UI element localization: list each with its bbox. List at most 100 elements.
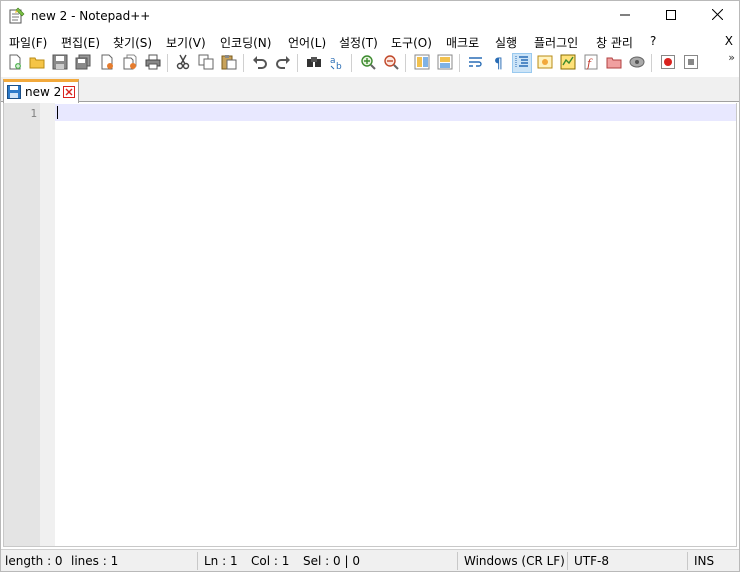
close-all-icon xyxy=(122,54,138,73)
document-monitor-button[interactable] xyxy=(627,53,647,73)
document-monitor-icon xyxy=(629,54,645,73)
tab-new-2[interactable]: new 2 xyxy=(3,79,79,103)
show-all-characters-button[interactable]: ¶ xyxy=(489,53,509,73)
menu-encoding[interactable]: 인코딩(N) xyxy=(220,34,271,51)
status-divider xyxy=(197,552,198,570)
status-lines: lines : 1 xyxy=(71,554,119,568)
toolbar-separator xyxy=(167,54,168,72)
minimize-button[interactable] xyxy=(602,1,648,31)
open-file-button[interactable] xyxy=(27,53,47,73)
paste-icon xyxy=(221,54,237,73)
zoom-out-icon xyxy=(383,54,399,73)
menu-close-document[interactable]: X xyxy=(725,34,733,48)
new-file-button[interactable] xyxy=(5,53,25,73)
save-all-button[interactable] xyxy=(73,53,93,73)
undo-button[interactable] xyxy=(250,53,270,73)
minimize-icon xyxy=(620,9,630,23)
replace-button[interactable]: ab xyxy=(327,53,347,73)
menu-plugins[interactable]: 플러그인 xyxy=(534,34,578,51)
status-selection: Sel : 0 | 0 xyxy=(303,554,360,568)
sync-vertical-icon xyxy=(414,54,430,73)
document-map-button[interactable] xyxy=(558,53,578,73)
text-caret xyxy=(57,106,58,119)
stop-macro-icon xyxy=(683,54,699,73)
fold-margin[interactable] xyxy=(40,103,55,546)
user-defined-language-button[interactable] xyxy=(535,53,555,73)
status-encoding[interactable]: UTF-8 xyxy=(574,554,609,568)
user-defined-language-icon xyxy=(537,54,553,73)
show-all-characters-icon: ¶ xyxy=(491,54,507,73)
zoom-out-button[interactable] xyxy=(381,53,401,73)
sync-horizontal-icon xyxy=(437,54,453,73)
menu-tools[interactable]: 도구(O) xyxy=(391,34,432,51)
toolbar-overflow-chevron-icon[interactable]: » xyxy=(728,51,735,64)
status-eol-format[interactable]: Windows (CR LF) xyxy=(464,554,565,568)
current-line-highlight xyxy=(55,104,736,121)
menu-bar: 파일(F) 편집(E) 찾기(S) 보기(V) 인코딩(N) 언어(L) 설정(… xyxy=(1,31,739,51)
find-icon xyxy=(306,54,322,73)
new-file-icon xyxy=(7,54,23,73)
menu-edit[interactable]: 편집(E) xyxy=(61,34,100,51)
status-divider xyxy=(567,552,568,570)
close-window-button[interactable] xyxy=(694,1,740,31)
record-macro-button[interactable] xyxy=(658,53,678,73)
replace-icon: ab xyxy=(329,54,345,73)
function-list-button[interactable]: f xyxy=(581,53,601,73)
record-macro-icon xyxy=(660,54,676,73)
tab-close-icon[interactable] xyxy=(63,86,75,98)
menu-macro[interactable]: 매크로 xyxy=(446,34,479,51)
document-map-icon xyxy=(560,54,576,73)
svg-text:¶: ¶ xyxy=(494,56,503,70)
status-line-number: Ln : 1 xyxy=(204,554,238,568)
close-all-button[interactable] xyxy=(120,53,140,73)
close-file-button[interactable] xyxy=(97,53,117,73)
menu-language[interactable]: 언어(L) xyxy=(288,34,326,51)
toolbar-separator xyxy=(459,54,460,72)
undo-icon xyxy=(252,54,268,73)
menu-window[interactable]: 창 관리 xyxy=(596,34,633,51)
find-button[interactable] xyxy=(304,53,324,73)
toolbar-separator xyxy=(243,54,244,72)
word-wrap-button[interactable] xyxy=(466,53,486,73)
print-button[interactable] xyxy=(143,53,163,73)
zoom-in-icon xyxy=(360,54,376,73)
sync-horizontal-button[interactable] xyxy=(435,53,455,73)
cut-icon xyxy=(175,54,191,73)
open-file-icon xyxy=(29,54,45,73)
print-icon xyxy=(145,54,161,73)
status-column: Col : 1 xyxy=(251,554,290,568)
folder-as-workspace-icon xyxy=(606,54,622,73)
maximize-button[interactable] xyxy=(648,1,694,31)
redo-button[interactable] xyxy=(273,53,293,73)
stop-macro-button[interactable] xyxy=(681,53,701,73)
redo-icon xyxy=(275,54,291,73)
toolbar-separator xyxy=(297,54,298,72)
notepadpp-app-icon xyxy=(9,7,25,24)
zoom-in-button[interactable] xyxy=(358,53,378,73)
status-divider xyxy=(687,552,688,570)
text-editor[interactable]: 1 xyxy=(3,103,737,547)
toolbar-separator xyxy=(405,54,406,72)
word-wrap-icon xyxy=(468,54,484,73)
toolbar: ab ¶ f » xyxy=(1,51,739,75)
indent-guide-button[interactable] xyxy=(512,53,532,73)
tab-label: new 2 xyxy=(25,85,62,99)
folder-as-workspace-button[interactable] xyxy=(604,53,624,73)
paste-button[interactable] xyxy=(219,53,239,73)
status-insert-mode[interactable]: INS xyxy=(694,554,714,568)
cut-button[interactable] xyxy=(173,53,193,73)
menu-help[interactable]: ? xyxy=(650,34,656,48)
svg-text:a: a xyxy=(330,56,336,66)
saved-file-icon xyxy=(7,85,21,99)
menu-view[interactable]: 보기(V) xyxy=(166,34,206,51)
close-file-icon xyxy=(99,54,115,73)
menu-file[interactable]: 파일(F) xyxy=(9,34,47,51)
menu-settings[interactable]: 설정(T) xyxy=(339,34,378,51)
status-bar: length : 0 lines : 1 Ln : 1 Col : 1 Sel … xyxy=(1,549,739,571)
save-button[interactable] xyxy=(50,53,70,73)
copy-button[interactable] xyxy=(196,53,216,73)
tab-bar: new 2 xyxy=(1,77,739,103)
sync-vertical-button[interactable] xyxy=(412,53,432,73)
menu-run[interactable]: 실행 xyxy=(495,34,517,51)
menu-search[interactable]: 찾기(S) xyxy=(113,34,152,51)
